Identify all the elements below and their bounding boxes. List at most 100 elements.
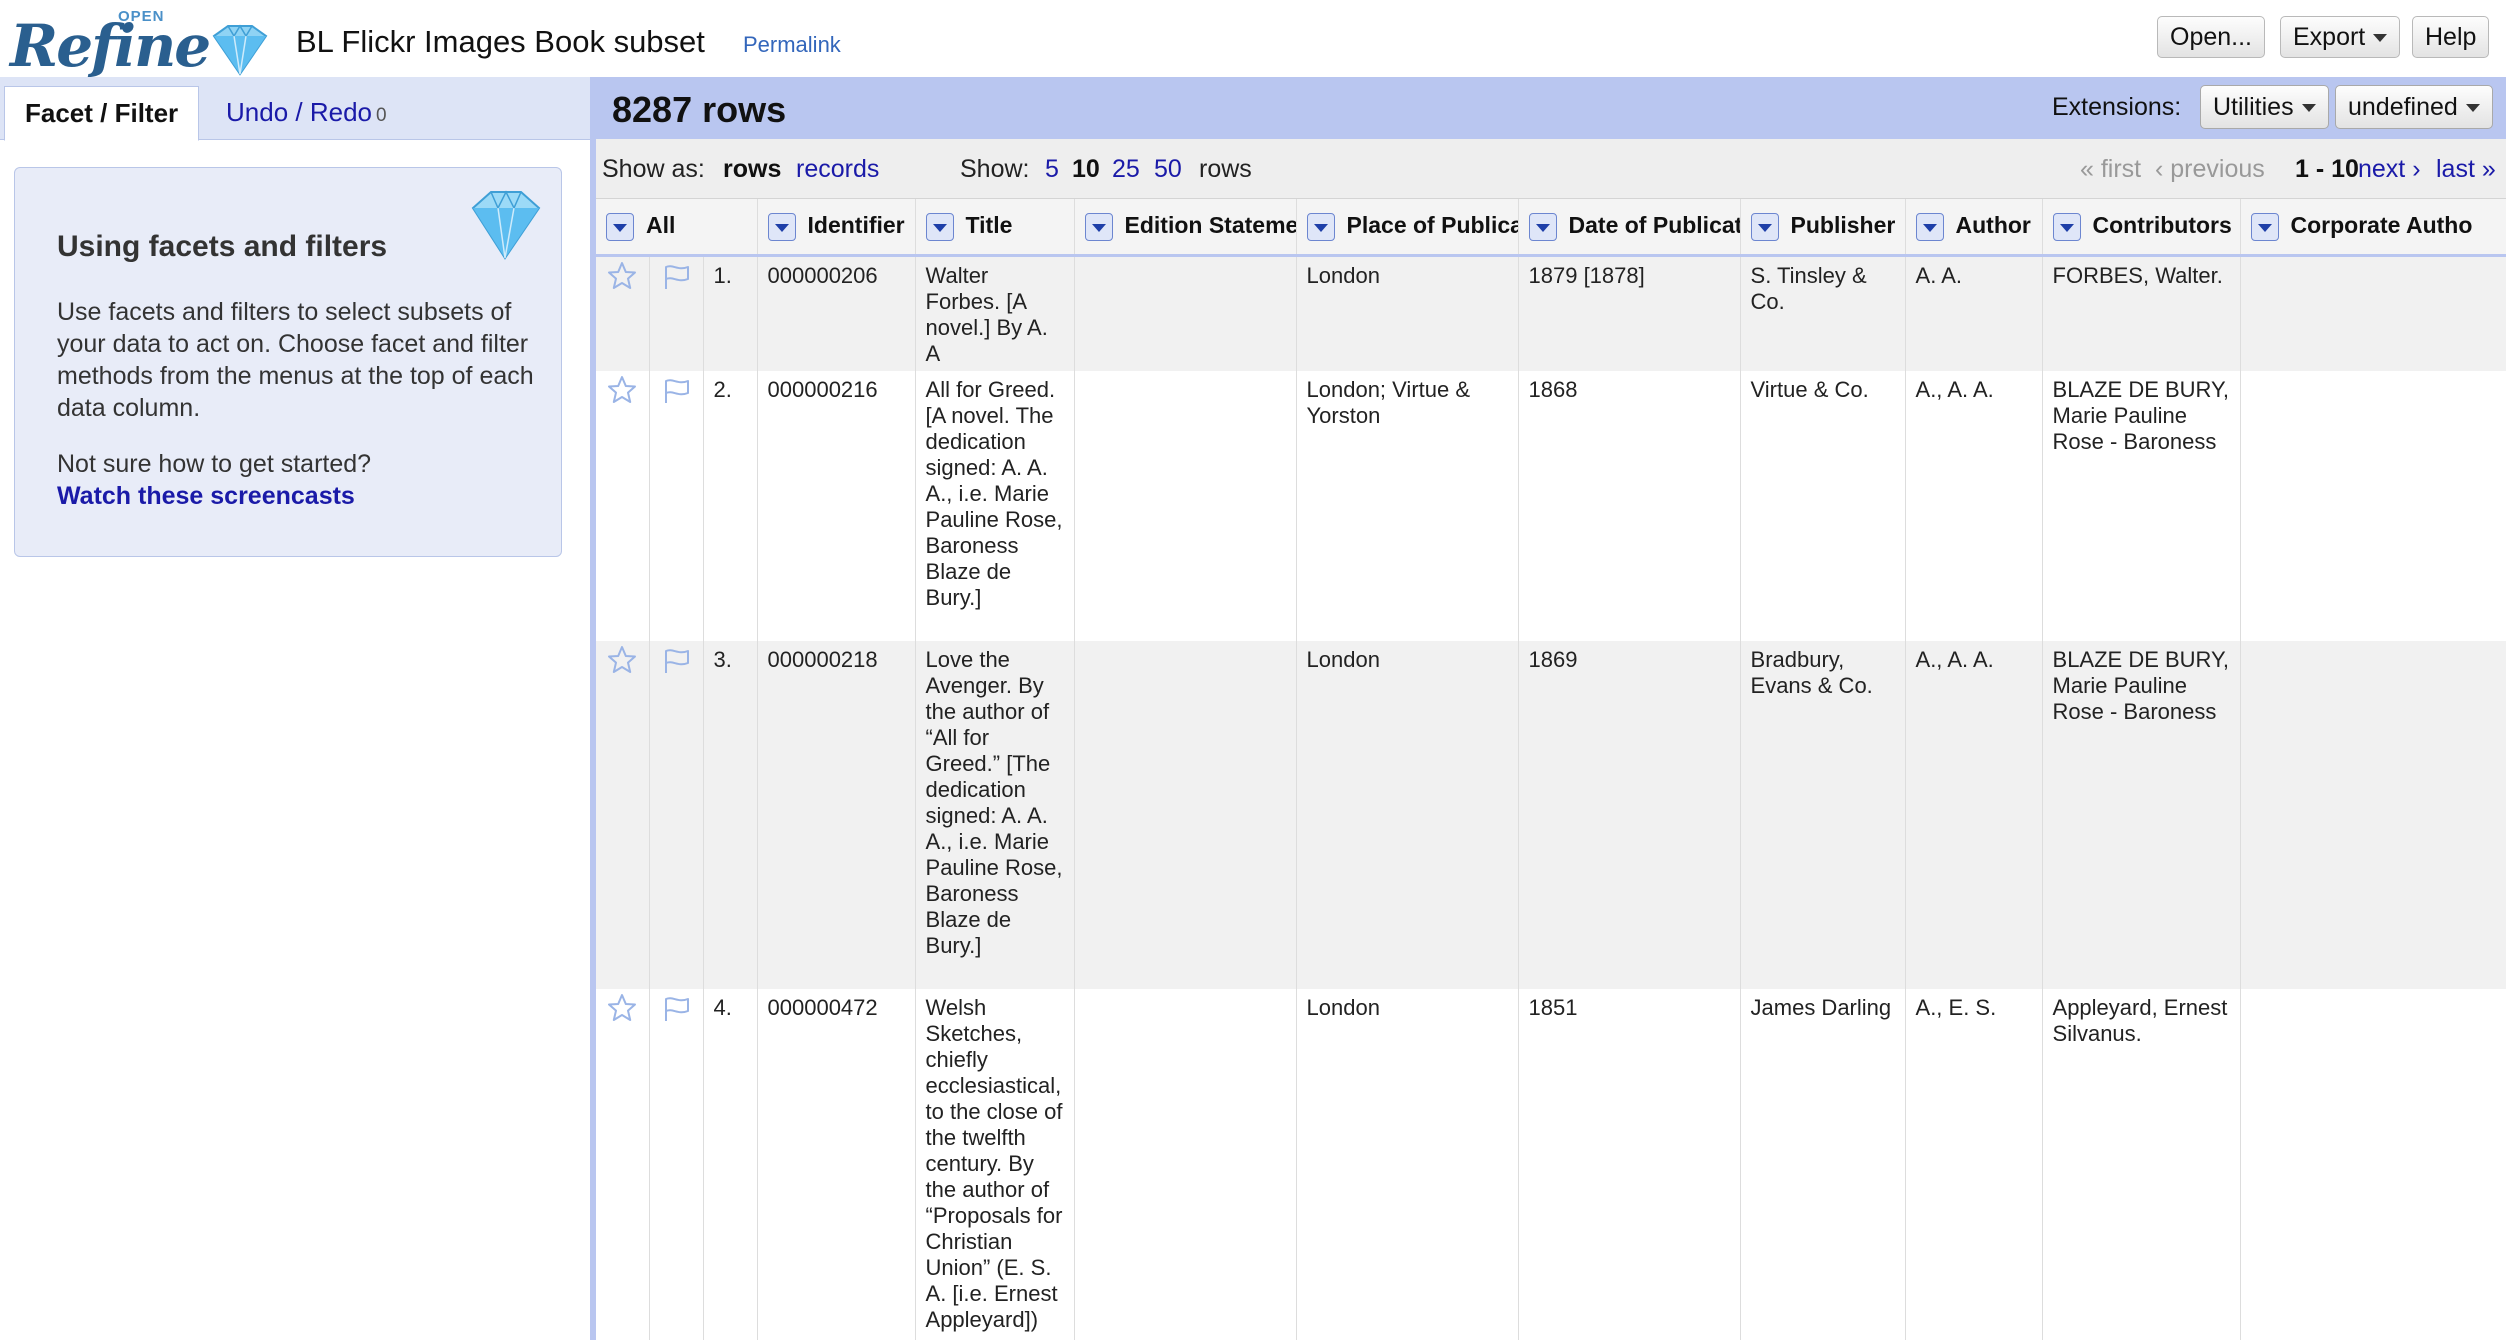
star-cell[interactable] — [596, 988, 650, 1340]
column-header-title[interactable]: Title — [915, 199, 1075, 257]
column-header-author[interactable]: Author — [1905, 199, 2043, 257]
help-button[interactable]: Help — [2412, 16, 2490, 58]
cell-corporate-author[interactable] — [2240, 988, 2506, 1340]
page-size-10[interactable]: 10 — [1072, 155, 1100, 184]
flag-cell[interactable] — [649, 640, 704, 989]
mode-records-link[interactable]: records — [796, 155, 879, 184]
cell-title[interactable]: Walter Forbes. [A novel.] By A. A — [915, 255, 1075, 371]
cell-publisher[interactable]: S. Tinsley & Co. — [1740, 255, 1906, 371]
cell-title[interactable]: All for Greed. [A novel. The dedication … — [915, 370, 1075, 641]
page-size-5[interactable]: 5 — [1045, 155, 1059, 184]
cell-identifier[interactable]: 000000206 — [757, 255, 916, 371]
project-title[interactable]: BL Flickr Images Book subset — [296, 24, 705, 60]
star-icon[interactable] — [607, 993, 637, 1023]
cell-date-of-publication[interactable]: 1851 — [1518, 988, 1741, 1340]
page-size-50[interactable]: 50 — [1154, 155, 1182, 184]
undefined-extension-button[interactable]: undefined — [2335, 85, 2493, 129]
cell-edition-statement[interactable] — [1074, 988, 1297, 1340]
table-row: 1. 000000206 Walter Forbes. [A novel.] B… — [596, 255, 2506, 371]
flag-icon[interactable] — [661, 993, 691, 1023]
cell-author[interactable]: A., A. A. — [1905, 370, 2043, 641]
cell-title[interactable]: Love the Avenger. By the author of “All … — [915, 640, 1075, 989]
row-index: 4. — [703, 988, 758, 1340]
dropdown-arrow-icon[interactable] — [1306, 212, 1335, 241]
cell-contributors[interactable]: Appleyard, Ernest Silvanus. — [2042, 988, 2241, 1340]
help-button-label: Help — [2425, 23, 2477, 51]
star-icon[interactable] — [607, 375, 637, 405]
permalink-link[interactable]: Permalink — [743, 32, 841, 58]
cell-corporate-author[interactable] — [2240, 640, 2506, 989]
cell-identifier[interactable]: 000000472 — [757, 988, 916, 1340]
column-header-edition-statement[interactable]: Edition Statemen — [1074, 199, 1297, 257]
cell-publisher[interactable]: James Darling — [1740, 988, 1906, 1340]
cell-author[interactable]: A., E. S. — [1905, 988, 2043, 1340]
first-page-link[interactable]: « first — [2080, 155, 2141, 184]
cell-place-of-publication[interactable]: London; Virtue & Yorston — [1296, 370, 1519, 641]
open-button[interactable]: Open... — [2157, 16, 2265, 58]
cell-corporate-author[interactable] — [2240, 255, 2506, 371]
cell-edition-statement[interactable] — [1074, 255, 1297, 371]
cell-date-of-publication[interactable]: 1869 — [1518, 640, 1741, 989]
cell-identifier[interactable]: 000000216 — [757, 370, 916, 641]
dropdown-arrow-icon[interactable] — [925, 212, 954, 241]
data-table-container: All Identifier Title Edition Statemen Pl… — [596, 199, 2506, 1340]
cell-place-of-publication[interactable]: London — [1296, 640, 1519, 989]
dropdown-arrow-icon[interactable] — [2052, 212, 2081, 241]
cell-date-of-publication[interactable]: 1868 — [1518, 370, 1741, 641]
star-cell[interactable] — [596, 640, 650, 989]
cell-author[interactable]: A., A. A. — [1905, 640, 2043, 989]
column-header-publisher[interactable]: Publisher — [1740, 199, 1906, 257]
cell-contributors[interactable]: BLAZE DE BURY, Marie Pauline Rose - Baro… — [2042, 370, 2241, 641]
dropdown-arrow-icon[interactable] — [1915, 212, 1944, 241]
cell-author[interactable]: A. A. — [1905, 255, 2043, 371]
column-header-contributors[interactable]: Contributors — [2042, 199, 2241, 257]
cell-corporate-author[interactable] — [2240, 370, 2506, 641]
logo-superscript: OPEN — [118, 8, 165, 25]
dropdown-arrow-icon[interactable] — [767, 212, 796, 241]
flag-icon[interactable] — [661, 645, 691, 675]
star-icon[interactable] — [607, 261, 637, 291]
openrefine-logo[interactable]: Refine OPEN — [10, 6, 270, 80]
previous-page-link[interactable]: ‹ previous — [2155, 155, 2265, 184]
tab-facet-filter[interactable]: Facet / Filter — [4, 86, 200, 141]
cell-title[interactable]: Welsh Sketches, chiefly ecclesiastical, … — [915, 988, 1075, 1340]
dropdown-arrow-icon[interactable] — [1528, 212, 1557, 241]
dropdown-arrow-icon[interactable] — [2250, 212, 2279, 241]
cell-contributors[interactable]: BLAZE DE BURY, Marie Pauline Rose - Baro… — [2042, 640, 2241, 989]
star-cell[interactable] — [596, 255, 650, 371]
cell-place-of-publication[interactable]: London — [1296, 988, 1519, 1340]
flag-icon[interactable] — [661, 375, 691, 405]
cell-edition-statement[interactable] — [1074, 370, 1297, 641]
column-header-corporate-author[interactable]: Corporate Autho — [2240, 199, 2506, 257]
star-cell[interactable] — [596, 370, 650, 641]
next-page-link[interactable]: next › — [2358, 155, 2421, 184]
cell-contributors[interactable]: FORBES, Walter. — [2042, 255, 2241, 371]
utilities-button[interactable]: Utilities — [2200, 85, 2329, 129]
page-size-25[interactable]: 25 — [1112, 155, 1140, 184]
dropdown-arrow-icon[interactable] — [1084, 212, 1113, 241]
flag-cell[interactable] — [649, 255, 704, 371]
cell-edition-statement[interactable] — [1074, 640, 1297, 989]
star-icon[interactable] — [607, 645, 637, 675]
cell-place-of-publication[interactable]: London — [1296, 255, 1519, 371]
cell-publisher[interactable]: Bradbury, Evans & Co. — [1740, 640, 1906, 989]
column-header-place-of-publication[interactable]: Place of Publicat — [1296, 199, 1519, 257]
column-header-date-of-publication[interactable]: Date of Publicati — [1518, 199, 1741, 257]
dropdown-arrow-icon[interactable] — [606, 212, 634, 241]
dropdown-arrow-icon[interactable] — [1750, 212, 1779, 241]
cell-date-of-publication[interactable]: 1879 [1878] — [1518, 255, 1741, 371]
row-index: 1. — [703, 255, 758, 371]
column-header-all[interactable]: All — [596, 199, 758, 257]
cell-identifier[interactable]: 000000218 — [757, 640, 916, 989]
flag-cell[interactable] — [649, 988, 704, 1340]
flag-cell[interactable] — [649, 370, 704, 641]
export-button[interactable]: Export — [2280, 16, 2401, 58]
cell-publisher[interactable]: Virtue & Co. — [1740, 370, 1906, 641]
screencasts-link[interactable]: Watch these screencasts — [57, 482, 355, 511]
help-title: Using facets and filters — [57, 230, 388, 263]
column-header-identifier[interactable]: Identifier — [757, 199, 916, 257]
flag-icon[interactable] — [661, 261, 691, 291]
tab-undo-redo[interactable]: Undo / Redo 0 — [206, 86, 407, 141]
last-page-link[interactable]: last » — [2436, 155, 2496, 184]
mode-rows[interactable]: rows — [723, 155, 781, 184]
